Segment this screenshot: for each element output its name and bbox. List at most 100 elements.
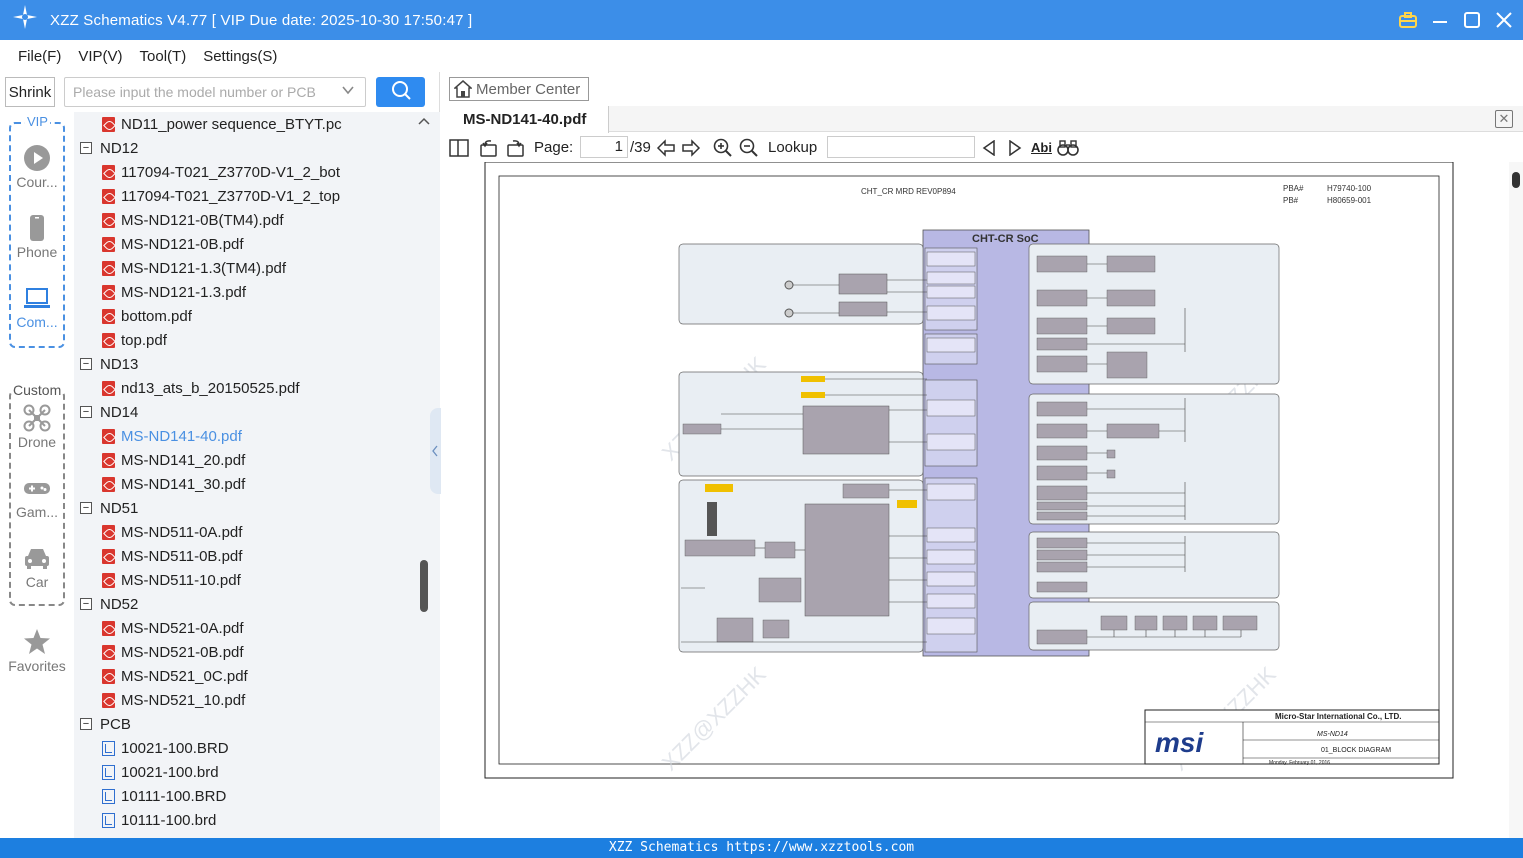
tree-file[interactable]: top.pdf — [102, 328, 167, 352]
pdf-file-icon — [102, 644, 115, 660]
tree-item-label: 10111-100.BRD — [121, 787, 227, 805]
collapse-icon[interactable]: − — [80, 502, 92, 514]
category-game[interactable]: Gam... — [0, 474, 74, 520]
tree-folder[interactable]: − ND51 — [80, 496, 138, 520]
tree-file[interactable]: MS-ND521-0B.pdf — [102, 640, 244, 664]
tree-file[interactable]: ND11_power sequence_BTYT.pc — [102, 112, 342, 136]
tree-folder[interactable]: − PCB — [80, 712, 131, 736]
prev-page-icon[interactable] — [656, 138, 676, 158]
tree-file[interactable]: 10111-100.BRD — [102, 784, 226, 808]
tree-file[interactable]: 10021-100.BRD — [102, 736, 229, 760]
tree-file[interactable]: MS-ND511-10.pdf — [102, 568, 241, 592]
find-prev-icon[interactable] — [981, 138, 997, 158]
collapse-icon[interactable]: − — [80, 406, 92, 418]
close-tab-icon[interactable]: ✕ — [1495, 110, 1513, 128]
category-label: Com... — [16, 314, 58, 330]
collapse-icon[interactable]: − — [80, 598, 92, 610]
menu-vip[interactable]: VIP(V) — [78, 48, 122, 65]
category-courses[interactable]: Cour... — [0, 144, 74, 190]
find-next-icon[interactable] — [1007, 138, 1023, 158]
tree-item-label: 10111-100.brd — [121, 811, 217, 829]
member-center-button[interactable]: Member Center — [449, 77, 589, 101]
rotate-right-icon[interactable] — [505, 138, 525, 158]
pdf-file-icon — [102, 572, 115, 588]
tree-file[interactable]: MS-ND121-0B(TM4).pdf — [102, 208, 284, 232]
drone-icon — [23, 404, 51, 432]
tree-file[interactable]: MS-ND521_10.pdf — [102, 688, 245, 712]
tree-folder[interactable]: − ND13 — [80, 352, 138, 376]
menu-file[interactable]: File(F) — [18, 48, 61, 65]
tree-file[interactable]: nd13_ats_b_20150525.pdf — [102, 376, 300, 400]
briefcase-icon[interactable] — [1399, 11, 1417, 29]
tree-item-label: ND52 — [100, 595, 139, 613]
tab-document[interactable]: MS-ND141-40.pdf — [441, 106, 609, 133]
tree-item-label: MS-ND121-0B(TM4).pdf — [121, 211, 284, 229]
company-name: Micro-Star International Co., LTD. — [1275, 712, 1402, 721]
menu-tool[interactable]: Tool(T) — [140, 48, 187, 65]
category-car[interactable]: Car — [0, 544, 74, 590]
tree-file[interactable]: MS-ND121-1.3(TM4).pdf — [102, 256, 286, 280]
tree-file[interactable]: MS-ND521-0A.pdf — [102, 616, 244, 640]
tree-file[interactable]: 117094-T021_Z3770D-V1_2_bot — [102, 160, 340, 184]
maximize-button[interactable] — [1463, 11, 1481, 29]
tree-item-label: MS-ND521-0A.pdf — [121, 619, 244, 637]
sidebar-toggle-icon[interactable] — [449, 138, 469, 158]
close-button[interactable] — [1495, 11, 1513, 29]
menu-bar: File(F) VIP(V) Tool(T) Settings(S) — [0, 40, 1523, 72]
tree-item-label: MS-ND141_20.pdf — [121, 451, 246, 469]
tree-folder[interactable]: − ND14 — [80, 400, 138, 424]
minimize-button[interactable] — [1431, 11, 1449, 29]
binoculars-icon[interactable] — [1057, 138, 1079, 158]
next-page-icon[interactable] — [681, 138, 701, 158]
tree-file[interactable]: 10111-100.brd — [102, 808, 216, 832]
chevron-down-icon[interactable] — [341, 83, 355, 100]
tree-file[interactable]: 10021-100.brd — [102, 760, 219, 784]
page-input[interactable]: 1 — [580, 136, 628, 158]
viewer-scrollbar[interactable] — [1509, 162, 1523, 838]
search-button[interactable] — [376, 77, 425, 107]
tree-file[interactable]: 117094-T021_Z3770D-V1_2_top — [102, 184, 340, 208]
doc-title: 01_BLOCK DIAGRAM — [1321, 747, 1391, 754]
pdf-file-icon — [102, 260, 115, 276]
rotate-left-icon[interactable] — [479, 138, 499, 158]
collapse-icon[interactable]: − — [80, 358, 92, 370]
tree-file[interactable]: MS-ND141-40.pdf — [102, 424, 242, 448]
category-label: Drone — [17, 434, 57, 450]
tree-item-label: ND14 — [100, 403, 139, 421]
shrink-button[interactable]: Shrink — [5, 77, 55, 107]
tree-item-label: PCB — [100, 715, 131, 733]
category-favorites[interactable]: Favorites — [0, 628, 74, 674]
viewer-scrollbar-thumb[interactable] — [1512, 172, 1520, 188]
tree-file[interactable]: MS-ND121-1.3.pdf — [102, 280, 246, 304]
lookup-input[interactable] — [827, 136, 975, 158]
tree-file[interactable]: MS-ND521_0C.pdf — [102, 664, 248, 688]
tree-folder[interactable]: − ND52 — [80, 592, 138, 616]
tree-file[interactable]: MS-ND121-0B.pdf — [102, 232, 244, 256]
category-computer[interactable]: Com... — [0, 284, 74, 330]
tree-scrollbar-thumb[interactable] — [420, 560, 428, 612]
menu-settings[interactable]: Settings(S) — [203, 48, 277, 65]
tree-folder[interactable]: − ND12 — [80, 136, 138, 160]
tree-item-label: nd13_ats_b_20150525.pdf — [121, 379, 300, 397]
tree-file[interactable]: MS-ND511-0A.pdf — [102, 520, 242, 544]
match-case-button[interactable]: Abi — [1031, 140, 1052, 155]
zoom-out-icon[interactable] — [739, 138, 759, 158]
tree-file[interactable]: bottom.pdf — [102, 304, 192, 328]
pdf-viewer[interactable]: XZZ@XZZHK XZZ@XZZHK XZZ@XZZHK XZZ@XZZHK … — [441, 162, 1523, 838]
collapse-icon[interactable]: − — [80, 718, 92, 730]
category-phone[interactable]: Phone — [0, 214, 74, 260]
tree-item-label: MS-ND521_0C.pdf — [121, 667, 248, 685]
tree-file[interactable]: MS-ND141_20.pdf — [102, 448, 245, 472]
svg-text:PB#: PB# — [1283, 196, 1299, 205]
search-input[interactable]: Please input the model number or PCB — [64, 77, 366, 107]
tree-file[interactable]: MS-ND511-0B.pdf — [102, 544, 242, 568]
collapse-icon[interactable]: − — [80, 142, 92, 154]
tree-scrollbar[interactable] — [419, 112, 429, 612]
window-title: XZZ Schematics V4.77 [ VIP Due date: 202… — [50, 11, 473, 29]
zoom-in-icon[interactable] — [713, 138, 733, 158]
lookup-label: Lookup — [768, 139, 818, 156]
category-label: Gam... — [15, 504, 58, 520]
tree-file[interactable]: MS-ND141_30.pdf — [102, 472, 245, 496]
tree-item-label: ND13 — [100, 355, 139, 373]
category-drone[interactable]: Drone — [0, 404, 74, 450]
